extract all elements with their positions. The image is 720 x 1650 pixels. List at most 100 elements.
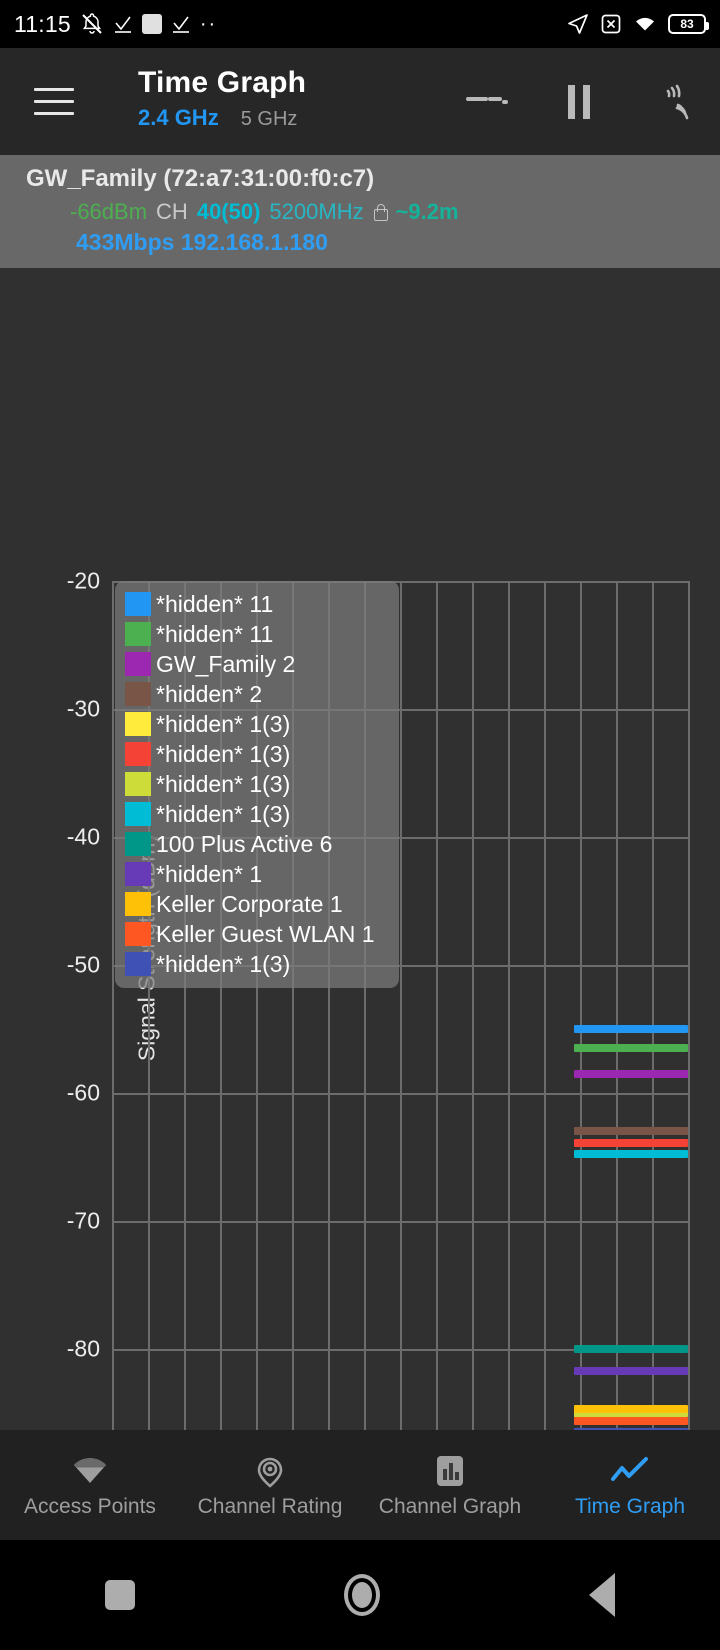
wifi-icon [71,1451,109,1491]
check-icon [114,16,131,33]
legend-item-label: 100 Plus Active 6 [156,830,333,857]
radar-icon [251,1451,289,1491]
legend-item[interactable]: *hidden* 11 [125,619,387,649]
channel-label: CH [156,199,188,224]
grid-line-vertical [580,581,582,1541]
tab-band-2ghz[interactable]: 2.4 GHz [138,105,219,131]
legend-color-swatch [125,682,151,706]
chart-series-line [574,1138,688,1147]
status-bar-left: 11:15 ·· [14,11,217,38]
wifi-scan-icon[interactable] [650,81,692,123]
pause-icon[interactable] [558,81,600,123]
hamburger-menu-icon[interactable] [34,88,74,115]
connection-details: -66dBm CH 40(50) 5200MHz ~9.2m [0,199,720,225]
legend-item[interactable]: *hidden* 1(3) [125,949,387,979]
y-axis-tick-label: -50 [66,951,100,978]
check-icon [172,16,189,33]
grid-line-vertical [472,581,474,1541]
app-bar: Time Graph 2.4 GHz 5 GHz [0,48,720,155]
chart-series-line [574,1025,688,1033]
wifi-icon [636,17,654,31]
chart-series-line [574,1150,688,1159]
signal-strength-value: -66dBm [70,199,148,224]
legend-color-swatch [125,712,151,736]
legend-item-label: *hidden* 11 [156,620,274,647]
legend-color-swatch [125,892,151,916]
chart-series-line [574,1366,688,1375]
frequency-value: 5200MHz [269,199,364,224]
filter-icon[interactable] [466,81,508,123]
legend-item[interactable]: 100 Plus Active 6 [125,829,387,859]
legend-item-label: *hidden* 1(3) [156,710,291,737]
battery-level: 83 [680,17,694,31]
ip-address-value: 192.168.1.180 [180,229,328,255]
bottom-navigation: Access Points Channel Rating Channel Graph… [0,1430,720,1540]
legend-item-label: GW_Family 2 [156,650,296,677]
connection-info-panel[interactable]: GW_Family (72:a7:31:00:f0:c7) -66dBm CH … [0,155,720,268]
app-bar-actions [466,48,702,155]
legend-item[interactable]: *hidden* 1(3) [125,799,387,829]
y-axis-tick-label: -80 [66,1335,100,1362]
legend-item-label: *hidden* 1(3) [156,950,291,977]
grid-line-vertical [400,581,402,1541]
sim-x-icon [601,14,621,34]
legend-item[interactable]: GW_Family 2 [125,649,387,679]
grid-line-vertical [112,581,114,1541]
legend-item[interactable]: *hidden* 2 [125,679,387,709]
bell-mute-icon [82,13,102,34]
legend-item-label: *hidden* 1(3) [156,800,291,827]
legend-item[interactable]: Keller Guest WLAN 1 [125,919,387,949]
legend-item[interactable]: *hidden* 11 [125,589,387,619]
channel-value: 40(50) [196,199,261,224]
y-axis-tick-label: -60 [66,1079,100,1106]
more-dots-icon: ·· [199,12,218,35]
line-chart-icon [610,1451,650,1491]
bottom-nav-label: Channel Rating [197,1495,343,1518]
legend-item[interactable]: Keller Corporate 1 [125,889,387,919]
legend-color-swatch [125,622,151,646]
bottom-nav-label: Access Points [24,1495,156,1518]
back-triangle-icon[interactable] [589,1573,616,1617]
bottom-nav-item-channel-rating[interactable]: Channel Rating [180,1451,360,1519]
bottom-nav-item-access-points[interactable]: Access Points [0,1451,180,1519]
y-axis-tick-label: -70 [66,1207,100,1234]
square-icon[interactable] [104,1580,135,1610]
bottom-nav-item-channel-graph[interactable]: Channel Graph [360,1451,540,1519]
legend-item[interactable]: *hidden* 1(3) [125,769,387,799]
grid-line-vertical [508,581,510,1541]
grid-line-vertical [688,581,690,1541]
band-selector: 2.4 GHz 5 GHz [138,105,306,131]
legend-color-swatch [125,922,151,946]
circle-icon[interactable] [343,1574,380,1616]
legend-color-swatch [125,802,151,826]
legend-item-label: *hidden* 2 [156,680,263,707]
bottom-nav-item-time-graph[interactable]: Time Graph [540,1451,720,1519]
distance-value: ~9.2m [395,199,459,224]
link-speed-value: 433Mbps [76,229,175,255]
connected-ssid-bssid: GW_Family (72:a7:31:00:f0:c7) [26,165,375,192]
legend-item-label: Keller Corporate 1 [156,890,343,917]
y-axis-tick-label: -30 [66,695,100,722]
y-axis-tick-label: -40 [66,823,100,850]
chart-series-line [574,1069,688,1078]
bar-chart-icon [433,1451,467,1491]
battery-icon: 83 [668,14,709,34]
app-bar-titles: Time Graph 2.4 GHz 5 GHz [138,66,306,131]
legend-item[interactable]: *hidden* 1(3) [125,709,387,739]
legend-color-swatch [125,652,151,676]
status-bar-clock: 11:15 [14,10,71,37]
chart-series-line [574,1416,688,1425]
chart-series-line [574,1127,688,1136]
square-icon [141,14,162,34]
legend-item[interactable]: *hidden* 1 [125,859,387,889]
grid-line-vertical [652,581,654,1541]
legend-item[interactable]: *hidden* 1(3) [125,739,387,769]
lock-icon [373,203,388,221]
tab-band-5ghz[interactable]: 5 GHz [241,108,298,131]
system-navigation-bar [0,1540,720,1650]
chart-series-line [574,1044,688,1053]
legend-item-label: *hidden* 1 [156,860,263,887]
legend-item-label: *hidden* 1(3) [156,740,291,767]
chart-legend[interactable]: *hidden* 11 *hidden* 11 GW_Family 2 *hidden… [115,581,399,988]
bottom-nav-label: Time Graph [574,1495,686,1518]
